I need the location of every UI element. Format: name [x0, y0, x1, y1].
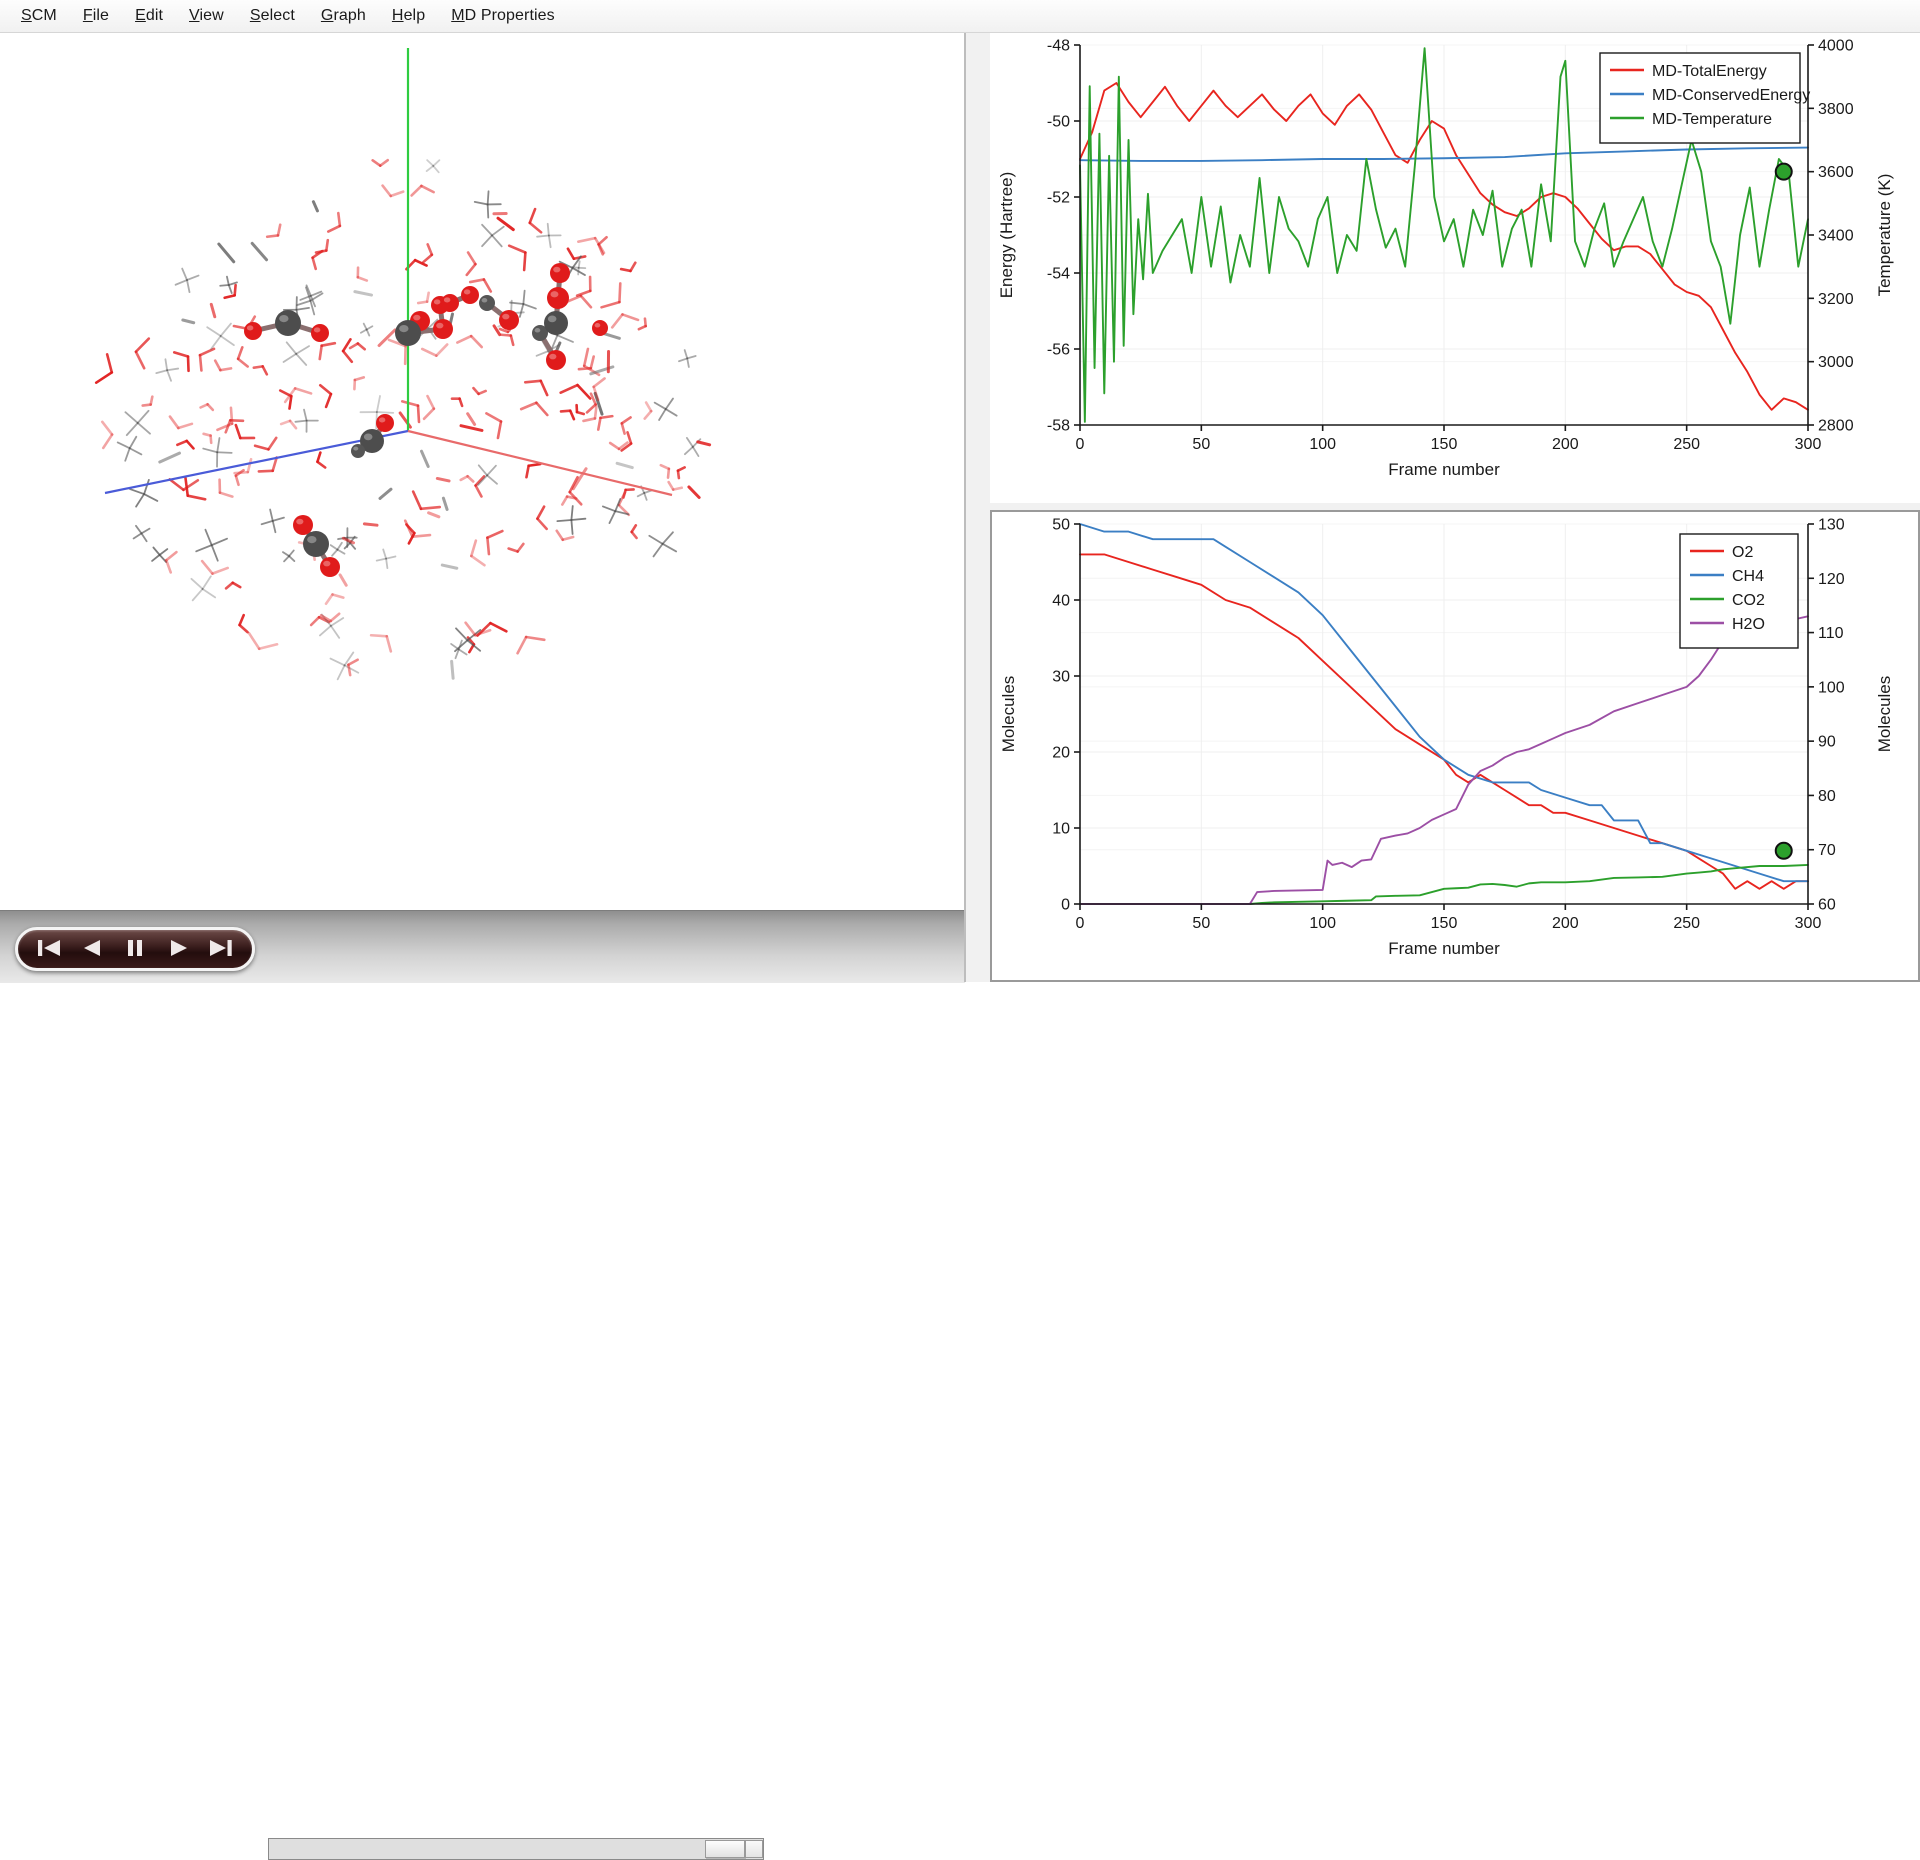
- svg-text:100: 100: [1309, 436, 1336, 453]
- svg-text:250: 250: [1673, 915, 1700, 932]
- menu-item-help[interactable]: Help: [379, 3, 438, 29]
- frame-scrollbar-track[interactable]: [268, 1838, 764, 1860]
- svg-text:3600: 3600: [1818, 164, 1854, 181]
- svg-text:50: 50: [1052, 517, 1070, 534]
- svg-text:120: 120: [1818, 571, 1845, 588]
- frame-scrollbar-thumb[interactable]: [705, 1840, 745, 1858]
- svg-text:MD-ConservedEnergy: MD-ConservedEnergy: [1652, 87, 1810, 104]
- svg-text:-58: -58: [1047, 418, 1070, 435]
- menu-bar: SCMFileEditViewSelectGraphHelpMD Propert…: [0, 0, 1920, 33]
- svg-text:300: 300: [1795, 915, 1822, 932]
- svg-text:3200: 3200: [1818, 291, 1854, 308]
- svg-text:40: 40: [1052, 593, 1070, 610]
- svg-text:110: 110: [1818, 625, 1844, 642]
- svg-text:3800: 3800: [1818, 101, 1854, 118]
- svg-text:Temperature (K): Temperature (K): [1875, 174, 1894, 297]
- molecular-scene[interactable]: [0, 33, 965, 910]
- application-window: SCMFileEditViewSelectGraphHelpMD Propert…: [0, 0, 1920, 982]
- svg-text:100: 100: [1309, 915, 1336, 932]
- svg-text:130: 130: [1818, 517, 1845, 534]
- svg-text:-56: -56: [1047, 342, 1070, 359]
- menu-item-graph[interactable]: Graph: [308, 3, 379, 29]
- molecule-count-chart[interactable]: 0 10 20 30 40 50 60 70 80 90 100 110 120 130 0 50 100 150…: [990, 510, 1920, 982]
- svg-text:MD-TotalEnergy: MD-TotalEnergy: [1652, 63, 1767, 80]
- svg-text:MD-Temperature: MD-Temperature: [1652, 111, 1772, 128]
- svg-text:4000: 4000: [1818, 38, 1854, 55]
- svg-text:200: 200: [1552, 436, 1579, 453]
- svg-text:Molecules: Molecules: [999, 676, 1018, 753]
- molecule-viewer-panel[interactable]: Frame 290 Geometry 291, Energy: -65.2955…: [0, 33, 966, 910]
- svg-text:3000: 3000: [1818, 354, 1854, 371]
- frame-status: Frame 290 Geometry 291, Energy: -65.2955…: [8, 888, 261, 910]
- svg-text:-50: -50: [1047, 114, 1070, 131]
- svg-text:-48: -48: [1047, 38, 1070, 55]
- skip-to-start-button[interactable]: [34, 936, 64, 962]
- svg-text:70: 70: [1818, 842, 1836, 859]
- svg-text:H2O: H2O: [1732, 616, 1765, 633]
- svg-text:Molecules: Molecules: [1875, 676, 1894, 753]
- svg-text:60: 60: [1818, 897, 1836, 914]
- svg-text:200: 200: [1552, 915, 1579, 932]
- svg-text:50: 50: [1192, 436, 1210, 453]
- svg-text:3400: 3400: [1818, 228, 1854, 245]
- svg-text:150: 150: [1431, 915, 1458, 932]
- svg-text:-52: -52: [1047, 190, 1070, 207]
- svg-text:150: 150: [1431, 436, 1458, 453]
- svg-text:100: 100: [1818, 679, 1845, 696]
- svg-text:300: 300: [1795, 436, 1822, 453]
- menu-item-view[interactable]: View: [176, 3, 237, 29]
- svg-text:Frame number: Frame number: [1388, 939, 1500, 958]
- menu-item-select[interactable]: Select: [237, 3, 308, 29]
- menu-item-md-properties[interactable]: MD Properties: [438, 3, 568, 29]
- menu-item-file[interactable]: File: [70, 3, 122, 29]
- svg-text:20: 20: [1052, 745, 1070, 762]
- svg-text:O2: O2: [1732, 544, 1753, 561]
- playback-button-group: [15, 927, 255, 971]
- skip-to-end-button[interactable]: [206, 936, 236, 962]
- svg-text:50: 50: [1192, 915, 1210, 932]
- svg-text:-54: -54: [1047, 266, 1070, 283]
- svg-text:0: 0: [1061, 897, 1070, 914]
- charts-panel: -58-56-54-52-50-482800300032003400360038…: [966, 33, 1920, 982]
- svg-text:CH4: CH4: [1732, 568, 1764, 585]
- menu-item-scm[interactable]: SCM: [8, 3, 70, 29]
- step-back-button[interactable]: [77, 936, 107, 962]
- svg-text:90: 90: [1818, 734, 1836, 751]
- svg-text:CO2: CO2: [1732, 592, 1765, 609]
- svg-text:10: 10: [1052, 821, 1070, 838]
- play-button[interactable]: [163, 936, 193, 962]
- svg-text:0: 0: [1076, 436, 1085, 453]
- frame-scrollbar-end-button[interactable]: [745, 1840, 763, 1858]
- svg-text:80: 80: [1818, 788, 1836, 805]
- svg-text:Frame number: Frame number: [1388, 460, 1500, 479]
- menu-item-edit[interactable]: Edit: [122, 3, 176, 29]
- pause-button[interactable]: [120, 936, 150, 962]
- svg-text:30: 30: [1052, 669, 1070, 686]
- svg-text:250: 250: [1673, 436, 1700, 453]
- playback-control-strip: [0, 910, 965, 983]
- energy-temperature-chart[interactable]: -58-56-54-52-50-482800300032003400360038…: [990, 33, 1920, 503]
- svg-text:2800: 2800: [1818, 418, 1854, 435]
- svg-text:Energy (Hartree): Energy (Hartree): [997, 172, 1016, 299]
- svg-text:0: 0: [1076, 915, 1085, 932]
